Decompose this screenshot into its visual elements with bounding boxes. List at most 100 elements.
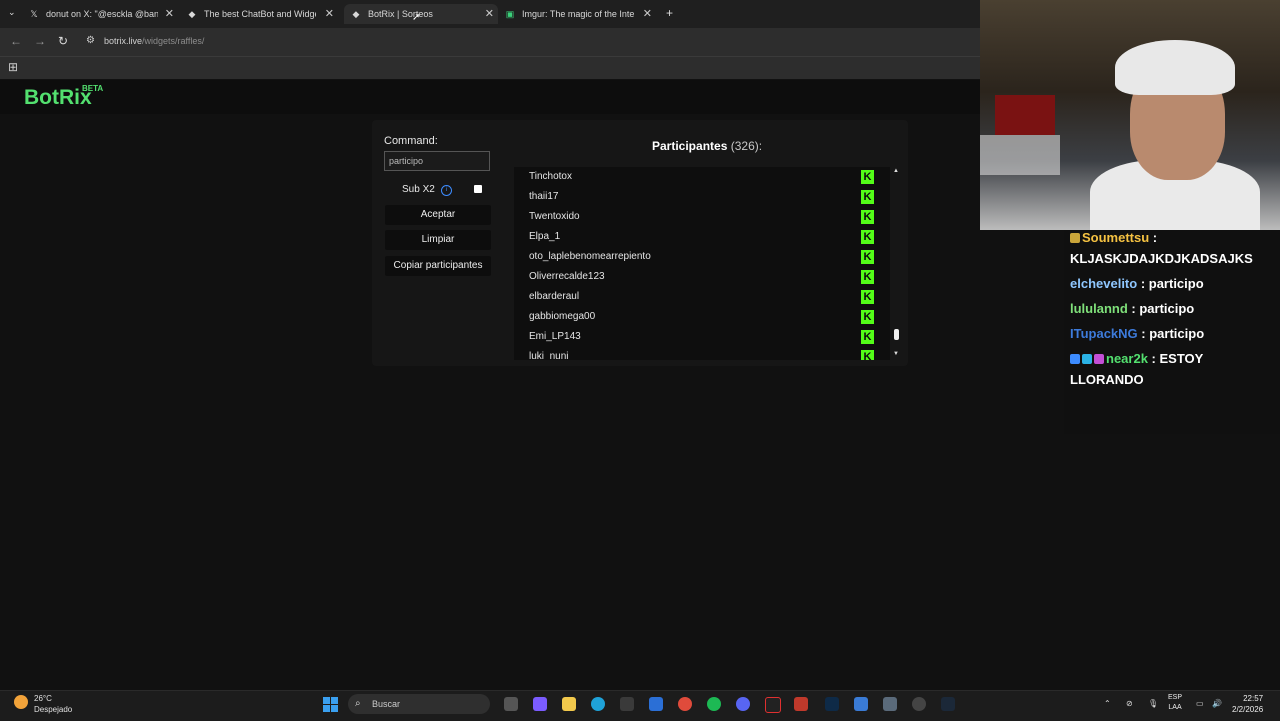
scroll-down-icon[interactable]: ▼ (893, 351, 899, 357)
tab-botrix-home[interactable]: ◆ The best ChatBot and Widgets ✕ (186, 4, 338, 24)
lang-top: ESP (1168, 694, 1183, 701)
file-explorer-icon[interactable] (562, 697, 576, 711)
scroll-thumb[interactable] (894, 329, 899, 340)
weather-temp[interactable]: 26°C (34, 694, 52, 703)
mic-icon[interactable]: 🎙 (1148, 699, 1158, 708)
kick-icon: K (861, 230, 874, 244)
search-placeholder: Buscar (372, 699, 401, 709)
participants-title: Participantes (326): (652, 139, 762, 153)
chat-message: ITupackNG : participo (1070, 326, 1205, 341)
url-host: botrix.live (104, 36, 143, 46)
url-field[interactable]: botrix.live/widgets/raffles/ (104, 36, 204, 46)
tab-search-icon[interactable]: ⌄ (8, 7, 16, 18)
capture-app-icon[interactable] (765, 697, 781, 713)
task-view-icon[interactable] (504, 697, 518, 711)
mouse-cursor-icon: ➚ (412, 12, 421, 23)
botrix-icon: ◆ (188, 8, 196, 19)
chat-message: Soumettsu : KLJASKJDAJKDJKADSAJKS (1070, 230, 1253, 266)
info-icon[interactable]: i (441, 185, 452, 196)
participants-list[interactable]: Tinchotox K thaii17 K Twentoxido K Elpa_… (514, 167, 890, 360)
display-icon[interactable]: ▭ (1196, 699, 1204, 708)
participant-name: Elpa_1 (529, 231, 561, 242)
edge-icon[interactable] (591, 697, 605, 711)
badge-icon (1094, 354, 1104, 364)
taskbar (0, 690, 1280, 721)
obs-icon[interactable] (912, 697, 926, 711)
tab-x[interactable]: 𝕏 donut on X: "@esckla @banani ✕ (28, 4, 178, 24)
chat-user: Soumettsu (1082, 230, 1150, 245)
background-shelf (980, 135, 1060, 175)
list-item: elbarderaul K (514, 287, 890, 307)
list-item: oto_laplebenomearrepiento K (514, 247, 890, 267)
kick-icon: K (861, 290, 874, 304)
participants-count: (326): (730, 139, 763, 153)
close-icon[interactable]: ✕ (325, 7, 334, 20)
windows-start-icon[interactable] (323, 697, 338, 712)
tab-title: BotRix | Sorteos (368, 9, 433, 19)
close-icon[interactable]: ✕ (643, 7, 652, 20)
kick-icon: K (861, 330, 874, 344)
weather-sun-icon[interactable] (14, 695, 28, 709)
copy-participants-button[interactable]: Copiar participantes (385, 256, 491, 276)
tab-title: donut on X: "@esckla @banani (46, 9, 158, 19)
weather-desc[interactable]: Despejado (34, 705, 72, 714)
reload-icon[interactable]: ↻ (58, 34, 68, 48)
lang-bottom: LAA (1168, 704, 1182, 711)
accept-button[interactable]: Aceptar (385, 205, 491, 225)
volume-icon[interactable]: 🔊 (1212, 699, 1222, 708)
list-item: Tinchotox K (514, 167, 890, 187)
close-icon[interactable]: ✕ (485, 7, 494, 20)
tab-bar: ⌄ 𝕏 donut on X: "@esckla @banani ✕ ◆ The… (0, 0, 980, 28)
steam-icon[interactable] (941, 697, 955, 711)
voicemeeter-icon[interactable] (794, 697, 808, 711)
chat-user: elchevelito (1070, 276, 1138, 291)
settings-icon[interactable] (883, 697, 897, 711)
badge-icon (1070, 354, 1080, 364)
chat-message: lululannd : participo (1070, 301, 1195, 316)
close-icon[interactable]: ✕ (165, 7, 174, 20)
chat-text: participo (1139, 301, 1195, 316)
kick-icon: K (861, 210, 874, 224)
chrome-icon[interactable] (678, 697, 692, 711)
site-info-icon[interactable]: ⚙ (86, 35, 95, 46)
kick-icon: K (861, 270, 874, 284)
scroll-up-icon[interactable]: ▲ (893, 168, 899, 174)
sub-x2-checkbox[interactable] (474, 185, 482, 193)
forward-icon[interactable]: → (34, 34, 46, 48)
apps-grid-icon[interactable]: ⊞ (8, 60, 18, 74)
participant-name: Tinchotox (529, 171, 572, 182)
participant-name: gabbiomega00 (529, 311, 596, 322)
copilot-icon[interactable] (533, 697, 547, 711)
network-icon[interactable]: ⊘ (1126, 699, 1133, 708)
tab-imgur[interactable]: ▣ Imgur: The magic of the Interne ✕ (504, 4, 656, 24)
tab-botrix-sorteos[interactable]: ◆ BotRix | Sorteos ✕ (344, 4, 498, 24)
tray-chevron-icon[interactable]: ⌃ (1104, 699, 1111, 708)
tab-title: Imgur: The magic of the Interne (522, 9, 634, 19)
new-tab-icon[interactable]: + (666, 6, 673, 20)
chat-text: participo (1148, 276, 1204, 291)
kick-icon: K (861, 250, 874, 264)
chat-message: elchevelito : participo (1070, 276, 1204, 291)
list-item: Oliverrecalde123 K (514, 267, 890, 287)
botrix-icon: ◆ (352, 8, 360, 19)
participant-name: luki_nuni (529, 351, 569, 360)
discord-icon[interactable] (736, 697, 750, 711)
bookmarks-bar (0, 56, 980, 79)
search-icon: ⌕ (355, 698, 361, 709)
imgur-icon: ▣ (505, 8, 515, 19)
outlook-icon[interactable] (649, 697, 663, 711)
background-shelf (995, 95, 1055, 135)
language-indicator[interactable]: ESP LAA (1168, 693, 1182, 713)
photoshop-icon[interactable] (825, 697, 839, 711)
site-header (0, 80, 980, 114)
clear-button[interactable]: Limpiar (385, 230, 491, 250)
badge-icon (1070, 233, 1080, 243)
notepad-icon[interactable] (854, 697, 868, 711)
taskbar-search[interactable] (348, 694, 490, 714)
store-icon[interactable] (620, 697, 634, 711)
back-icon[interactable]: ← (10, 34, 22, 48)
command-input[interactable] (384, 151, 490, 171)
clock[interactable]: 22:57 2/2/2026 (1232, 693, 1263, 715)
spotify-icon[interactable] (707, 697, 721, 711)
badge-icon (1082, 354, 1092, 364)
